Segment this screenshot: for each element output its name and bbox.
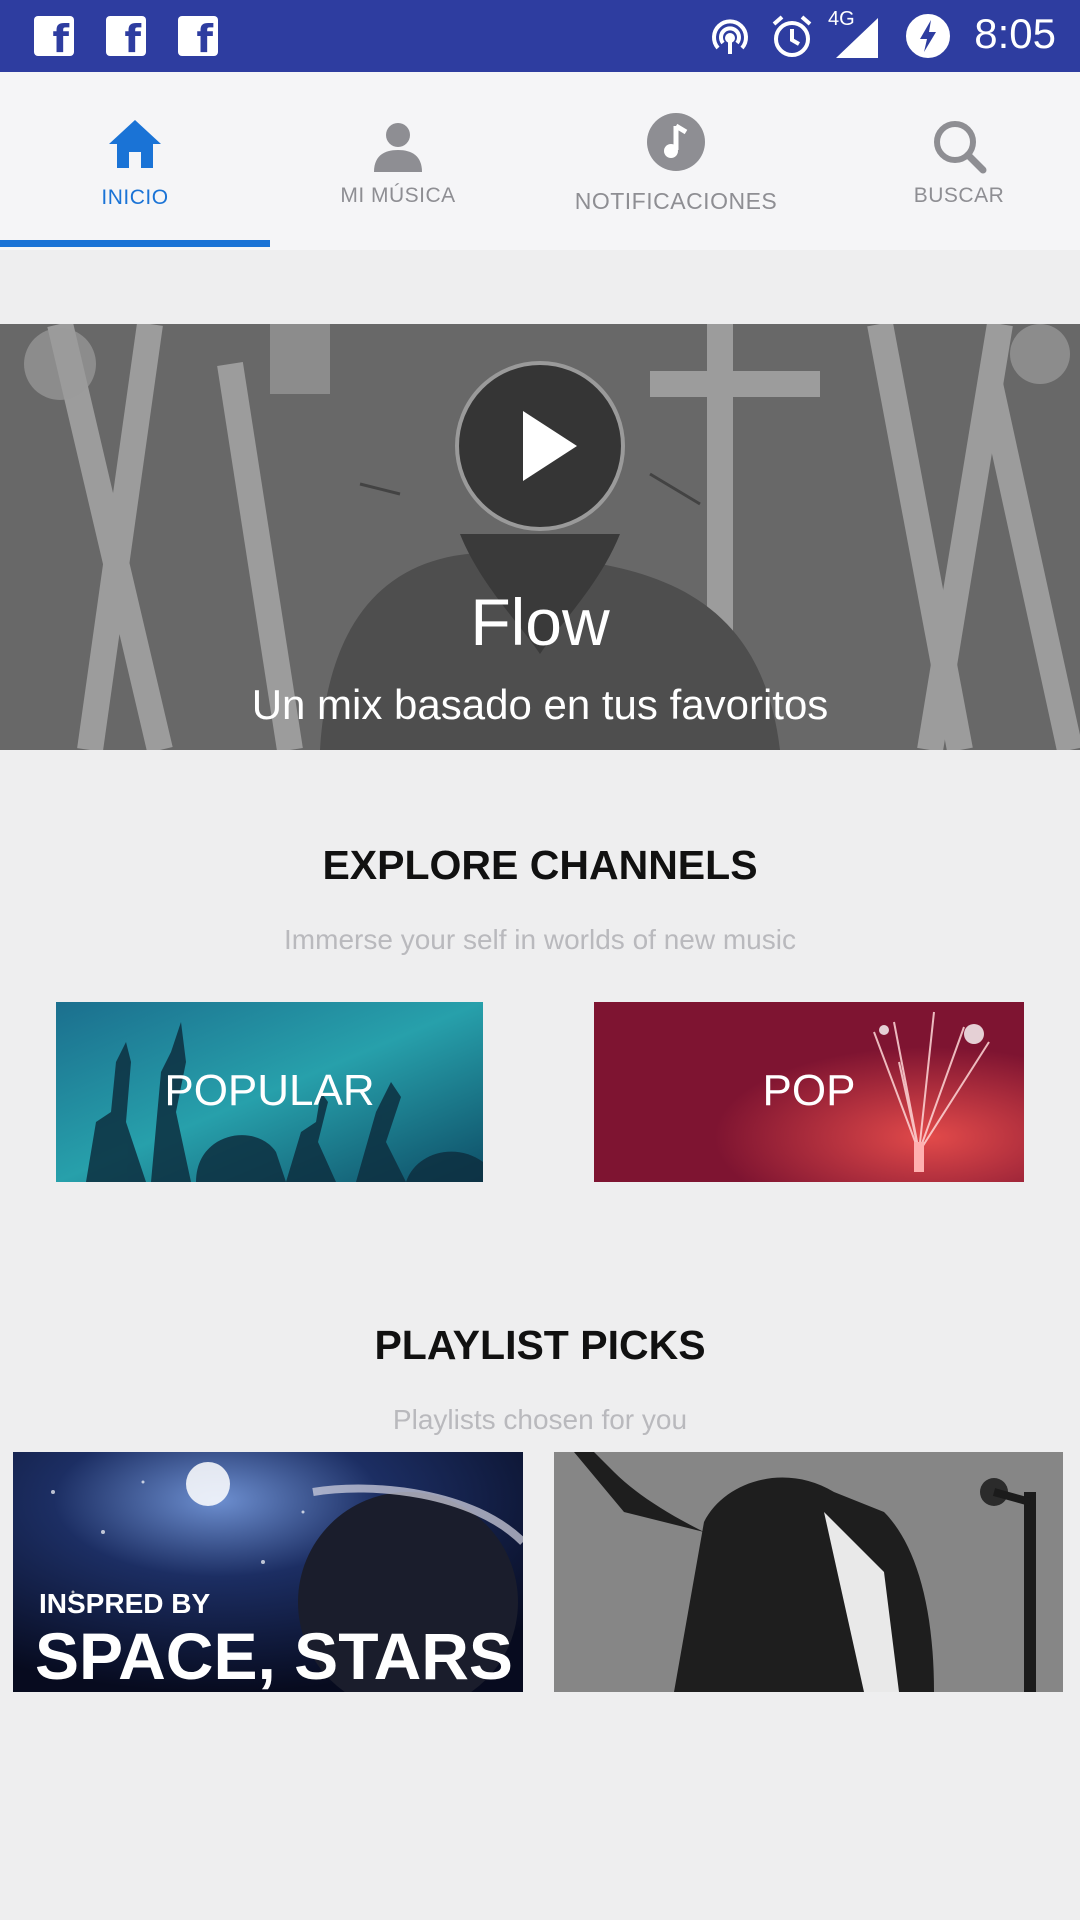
playlist-caption-main: SPACE, STARS [35,1619,513,1692]
person-icon [374,123,422,172]
playlist-card-space-stars[interactable]: INSPRED BY SPACE, STARS [13,1452,523,1692]
playlist-image [554,1452,1063,1692]
play-icon [523,411,577,481]
tab-label: BUSCAR [913,184,1005,207]
hotspot-icon [712,19,748,54]
banner-title: Flow [470,585,610,659]
explore-channels-subtitle: Immerse your self in worlds of new music [284,924,796,955]
tab-bar: INICIO MI MÚSICA NOTIFICACIONES BUSCAR [0,72,1080,250]
home-icon [109,120,161,168]
alarm-icon [772,15,812,57]
status-bar: f f f 4G 8:05 [0,0,1080,72]
active-tab-indicator [0,240,270,247]
tab-label: NOTIFICACIONES [574,188,778,214]
facebook-icon: f [106,16,146,56]
channel-label: POPULAR [164,1066,375,1115]
facebook-icon: f [178,16,218,56]
explore-channels-title: EXPLORE CHANNELS [322,842,758,888]
flow-banner[interactable]: Flow Un mix basado en tus favoritos [0,324,1080,750]
music-note-icon [647,113,705,171]
tab-notificaciones[interactable]: NOTIFICACIONES [514,72,838,250]
facebook-icon: f [34,16,74,56]
banner-subtitle: Un mix basado en tus favoritos [251,681,829,728]
playlist-picks-title: PLAYLIST PICKS [374,1322,706,1368]
playlist-picks-subtitle: Playlists chosen for you [392,1404,688,1435]
tab-label: INICIO [101,186,169,209]
tab-buscar[interactable]: BUSCAR [838,72,1080,250]
clock: 8:05 [974,10,1056,57]
channel-card-popular[interactable]: POPULAR [56,1002,483,1182]
battery-charging-icon [906,14,950,58]
channel-label: POP [762,1066,856,1115]
tab-label: MI MÚSICA [340,184,456,207]
channel-card-pop[interactable]: POP [594,1002,1024,1182]
signal-icon [836,18,878,58]
tab-mi-musica[interactable]: MI MÚSICA [270,72,526,250]
play-button[interactable] [455,361,625,531]
tab-inicio[interactable]: INICIO [0,72,270,250]
search-icon [934,121,987,174]
playlist-card-singer[interactable] [554,1452,1063,1692]
playlist-caption-top: INSPRED BY [39,1588,211,1619]
